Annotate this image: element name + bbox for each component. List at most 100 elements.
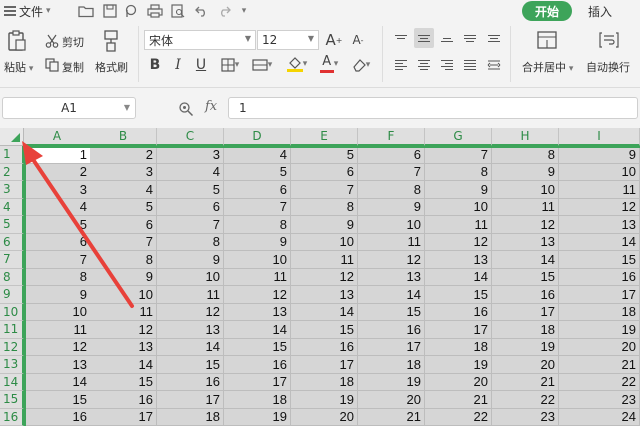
- name-box[interactable]: A1 ▼: [2, 97, 136, 119]
- decrease-font-button[interactable]: A-: [348, 30, 368, 50]
- wrap-text-button[interactable]: 自动换行: [586, 59, 630, 75]
- cell-h1[interactable]: 8: [492, 146, 559, 164]
- cell-c10[interactable]: 12: [157, 303, 224, 321]
- zoom-icon[interactable]: [178, 101, 194, 117]
- cell-i16[interactable]: 24: [559, 408, 640, 426]
- cell-f15[interactable]: 20: [358, 391, 425, 409]
- cell-c2[interactable]: 4: [157, 163, 224, 181]
- cell-g1[interactable]: 7: [425, 146, 492, 164]
- column-header-b[interactable]: B: [90, 128, 157, 146]
- cell-b2[interactable]: 3: [90, 163, 157, 181]
- align-right-button[interactable]: [437, 55, 457, 75]
- cell-i5[interactable]: 13: [559, 216, 640, 234]
- cell-d12[interactable]: 15: [224, 338, 291, 356]
- cell-g12[interactable]: 18: [425, 338, 492, 356]
- cell-f9[interactable]: 14: [358, 286, 425, 304]
- cell-h16[interactable]: 23: [492, 408, 559, 426]
- cell-a15[interactable]: 15: [24, 391, 91, 409]
- align-left-button[interactable]: [391, 55, 411, 75]
- row-header-13[interactable]: 13: [0, 356, 24, 374]
- row-header-14[interactable]: 14: [0, 373, 24, 391]
- cell-a3[interactable]: 3: [24, 181, 91, 199]
- cell-h2[interactable]: 9: [492, 163, 559, 181]
- justify-button[interactable]: [460, 55, 480, 75]
- cell-b6[interactable]: 7: [90, 233, 157, 251]
- cell-e10[interactable]: 14: [291, 303, 358, 321]
- cell-f12[interactable]: 17: [358, 338, 425, 356]
- cell-d1[interactable]: 4: [224, 146, 291, 164]
- cell-d2[interactable]: 5: [224, 163, 291, 181]
- cell-f11[interactable]: 16: [358, 321, 425, 339]
- cell-a9[interactable]: 9: [24, 286, 91, 304]
- insert-function-button[interactable]: fx: [205, 99, 217, 114]
- cell-e3[interactable]: 7: [291, 181, 358, 199]
- cell-d11[interactable]: 14: [224, 321, 291, 339]
- cell-h9[interactable]: 16: [492, 286, 559, 304]
- row-header-1[interactable]: 1: [0, 146, 24, 164]
- cell-h3[interactable]: 10: [492, 181, 559, 199]
- cell-e2[interactable]: 6: [291, 163, 358, 181]
- cell-a8[interactable]: 8: [24, 268, 91, 286]
- save-icon[interactable]: [100, 2, 120, 20]
- cell-e14[interactable]: 18: [291, 373, 358, 391]
- column-header-e[interactable]: E: [291, 128, 358, 146]
- cell-b9[interactable]: 10: [90, 286, 157, 304]
- row-header-9[interactable]: 9: [0, 286, 24, 304]
- cell-e11[interactable]: 15: [291, 321, 358, 339]
- cell-i15[interactable]: 23: [559, 391, 640, 409]
- cell-a16[interactable]: 16: [24, 408, 91, 426]
- copy-button[interactable]: 复制: [62, 59, 84, 75]
- cell-d3[interactable]: 6: [224, 181, 291, 199]
- cell-h7[interactable]: 14: [492, 251, 559, 269]
- cell-e6[interactable]: 10: [291, 233, 358, 251]
- font-name-select[interactable]: 宋体 ▼: [144, 30, 256, 50]
- cell-h11[interactable]: 18: [492, 321, 559, 339]
- cell-b16[interactable]: 17: [90, 408, 157, 426]
- cell-d13[interactable]: 16: [224, 356, 291, 374]
- cell-i1[interactable]: 9: [559, 146, 640, 164]
- align-top-button[interactable]: [391, 28, 411, 48]
- clear-format-button[interactable]: ▾: [347, 55, 375, 75]
- cell-d5[interactable]: 8: [224, 216, 291, 234]
- cell-b11[interactable]: 12: [90, 321, 157, 339]
- cell-g15[interactable]: 21: [425, 391, 492, 409]
- file-menu[interactable]: 文件 ▾: [4, 2, 51, 20]
- cell-c15[interactable]: 17: [157, 391, 224, 409]
- cell-h10[interactable]: 17: [492, 303, 559, 321]
- open-folder-icon[interactable]: [76, 2, 96, 20]
- cell-f10[interactable]: 15: [358, 303, 425, 321]
- cell-b12[interactable]: 13: [90, 338, 157, 356]
- cell-d14[interactable]: 17: [224, 373, 291, 391]
- cell-d15[interactable]: 18: [224, 391, 291, 409]
- cell-e1[interactable]: 5: [291, 146, 358, 164]
- cell-a7[interactable]: 7: [24, 251, 91, 269]
- tab-start[interactable]: 开始: [522, 1, 572, 21]
- column-header-c[interactable]: C: [157, 128, 224, 146]
- bold-button[interactable]: B: [145, 55, 165, 75]
- cell-style-button[interactable]: ▾: [248, 55, 276, 75]
- cell-b5[interactable]: 6: [90, 216, 157, 234]
- cell-h5[interactable]: 12: [492, 216, 559, 234]
- cell-c9[interactable]: 11: [157, 286, 224, 304]
- tab-insert[interactable]: 插入: [588, 2, 612, 20]
- row-header-10[interactable]: 10: [0, 303, 24, 321]
- cell-g3[interactable]: 9: [425, 181, 492, 199]
- align-center-button[interactable]: [414, 55, 434, 75]
- borders-button[interactable]: ▾: [216, 55, 244, 75]
- cell-i14[interactable]: 22: [559, 373, 640, 391]
- cell-g8[interactable]: 14: [425, 268, 492, 286]
- cell-a4[interactable]: 4: [24, 198, 91, 216]
- cell-c14[interactable]: 16: [157, 373, 224, 391]
- cell-b1[interactable]: 2: [90, 146, 157, 164]
- cell-d9[interactable]: 12: [224, 286, 291, 304]
- align-middle-button[interactable]: [414, 28, 434, 48]
- cell-e4[interactable]: 8: [291, 198, 358, 216]
- column-header-d[interactable]: D: [224, 128, 291, 146]
- customize-toolbar-icon[interactable]: ▾: [234, 2, 254, 20]
- cell-f3[interactable]: 8: [358, 181, 425, 199]
- row-header-5[interactable]: 5: [0, 216, 24, 234]
- align-bottom-button[interactable]: [437, 28, 457, 48]
- cell-h13[interactable]: 20: [492, 356, 559, 374]
- cell-b4[interactable]: 5: [90, 198, 157, 216]
- cell-i6[interactable]: 14: [559, 233, 640, 251]
